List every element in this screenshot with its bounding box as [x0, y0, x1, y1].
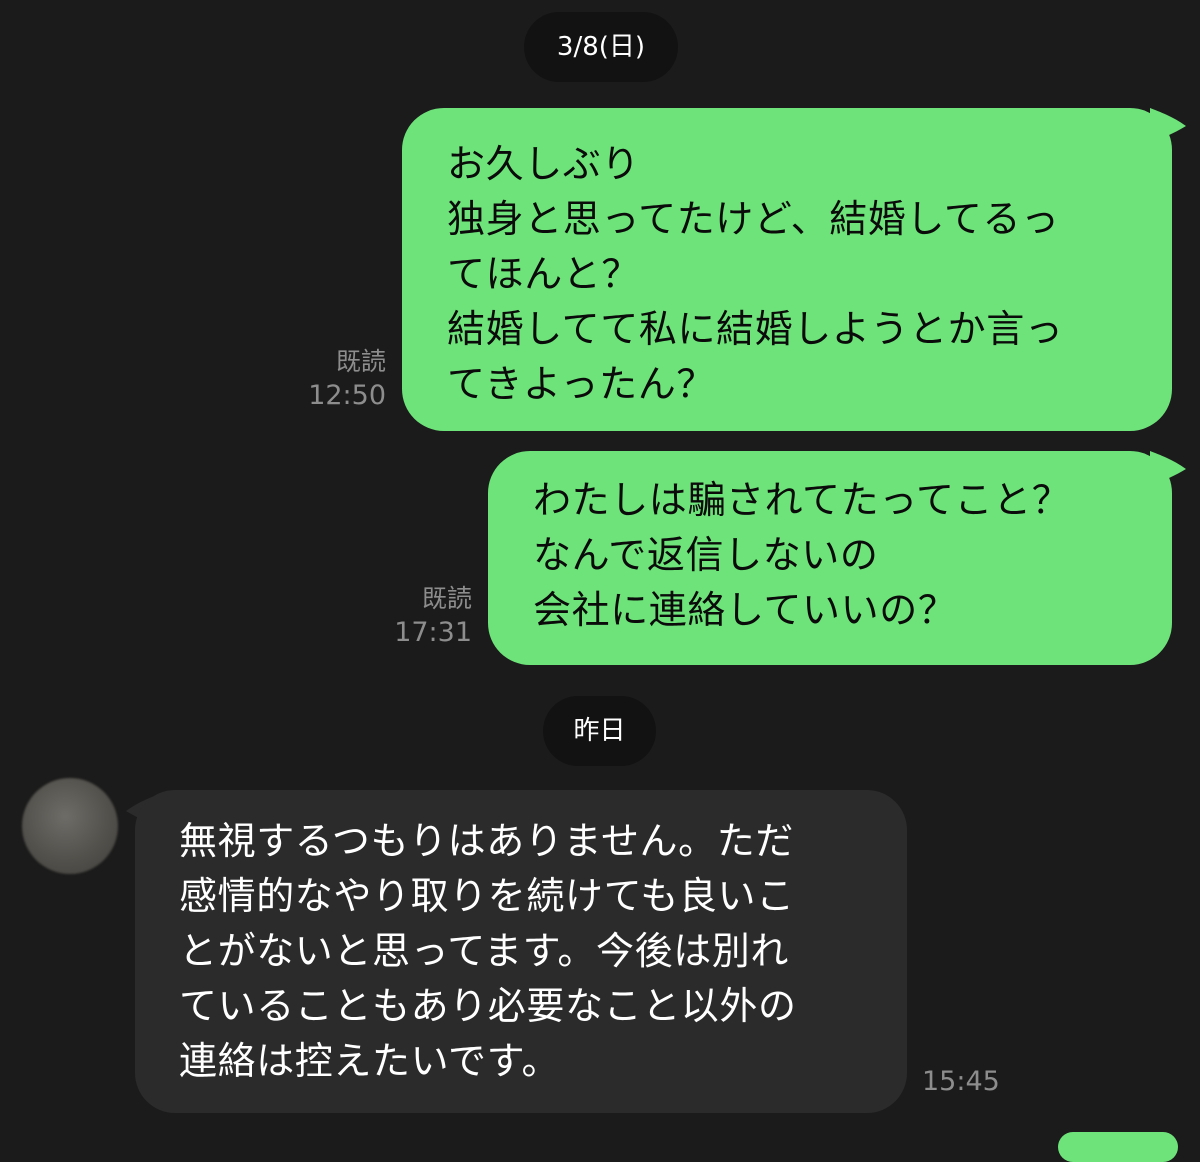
- message-line: てきよったん？: [447, 362, 715, 406]
- date-separator: 昨日: [543, 696, 656, 766]
- message-line: 連絡は控えたいです。: [179, 1039, 561, 1083]
- message-line: わたしは騙されてたってこと？: [533, 478, 1071, 522]
- message-line: とがないと思ってます。今後は別れ: [179, 929, 790, 973]
- message-time: 12:50: [308, 380, 386, 411]
- message-time: 17:31: [394, 617, 472, 648]
- message-meta: 既読 12:50: [308, 345, 386, 413]
- outgoing-message-bubble[interactable]: わたしは騙されてたってこと？ なんで返信しないの 会社に連絡していいの？: [488, 451, 1172, 665]
- message-line: てほんと？: [447, 252, 641, 296]
- message-line: 感情的なやり取りを続けても良いこ: [179, 874, 795, 918]
- outgoing-message-bubble[interactable]: お久しぶり 独身と思ってたけど、結婚してるっ てほんと？ 結婚してて私に結婚しよ…: [402, 108, 1172, 431]
- message-line: 結婚してて私に結婚しようとか言っ: [447, 307, 1064, 351]
- bubble-tail: [1150, 451, 1186, 485]
- read-receipt: 既読: [335, 347, 386, 376]
- outgoing-message-bubble-partial[interactable]: [1058, 1132, 1178, 1162]
- date-separator: 3/8(日): [524, 12, 678, 82]
- message-line: 無視するつもりはありません。ただ: [179, 819, 794, 863]
- message-line: 会社に連絡していいの？: [533, 588, 957, 632]
- message-line: お久しぶり: [447, 142, 641, 186]
- message-time: 15:45: [922, 1066, 1000, 1097]
- message-line: 独身と思ってたけど、結婚してるっ: [447, 197, 1060, 241]
- message-line: ていることもあり必要なこと以外の: [179, 984, 797, 1028]
- message-line: なんで返信しないの: [533, 533, 879, 577]
- bubble-tail: [1150, 108, 1186, 142]
- incoming-message-bubble[interactable]: 無視するつもりはありません。ただ 感情的なやり取りを続けても良いこ とがないと思…: [135, 790, 907, 1113]
- read-receipt: 既読: [421, 584, 472, 613]
- message-meta: 既読 17:31: [394, 582, 472, 650]
- avatar[interactable]: [22, 778, 118, 874]
